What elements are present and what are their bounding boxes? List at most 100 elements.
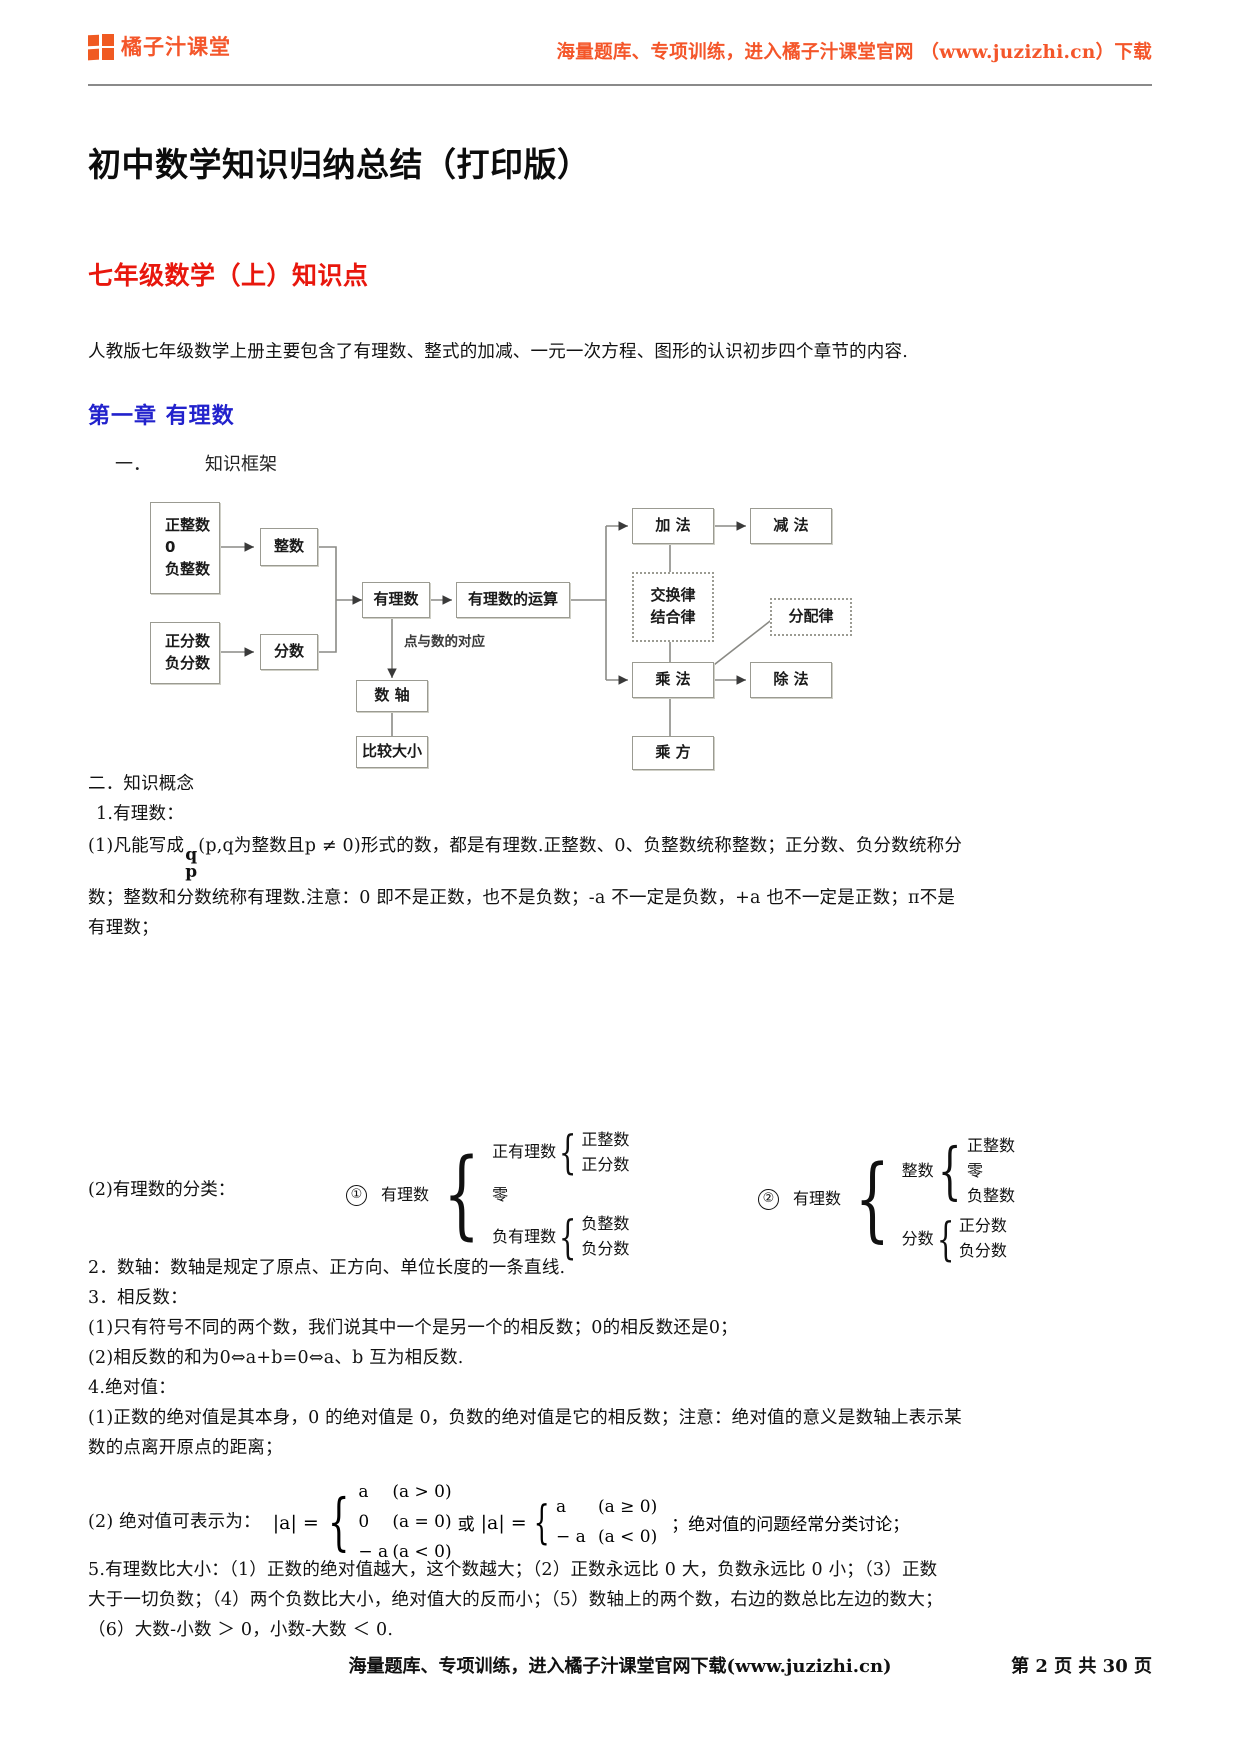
- flow-node-addition: 加 法: [632, 508, 714, 544]
- absolute-value-lead: (2) 绝对值可表示为：: [88, 1512, 261, 1533]
- brace-cases-1: {: [327, 1485, 350, 1559]
- classification-b2-child-0-sub-0: 正整数: [967, 1136, 1016, 1155]
- circled-one-icon: ①: [346, 1184, 367, 1206]
- classification-b1-child-1: 零: [492, 1184, 509, 1204]
- abs-case-2-val-1: − a: [555, 1526, 586, 1547]
- flow-node-associative-label: 结合律: [650, 608, 696, 626]
- page-title: 初中数学知识归纳总结（打印版）: [88, 145, 591, 184]
- flow-node-distributive-label: 分配律: [788, 607, 834, 626]
- flow-node-rational-operations: 有理数的运算: [456, 582, 570, 618]
- brace-small-1a: {: [558, 1125, 577, 1180]
- abs-case-2-val-0: a: [555, 1496, 567, 1517]
- fraction-denominator: p: [185, 862, 198, 883]
- concept-item-3-title: 3．相反数：: [88, 1288, 188, 1308]
- flow-node-integers-label: 整数: [273, 537, 304, 556]
- classification-b2-child-1: 分数: [901, 1228, 934, 1248]
- concept-item-3-line-2: (2)相反数的和为0⇔a+b=0⇔a、b 互为相反数.: [88, 1348, 464, 1368]
- knowledge-framework-flowchart: 正整数 0 负整数 整数 正分数 负分数 分数 有理数 有理数的运算 点与数的对…: [150, 490, 1000, 770]
- concept-item-1-title: 1.有理数：: [96, 804, 184, 824]
- concept-item-1-text-a: (1)凡能写成: [88, 836, 185, 856]
- classification-branch-1-marker: ①: [346, 1184, 367, 1206]
- flow-node-compare-size: 比较大小: [356, 736, 428, 768]
- section-title: 七年级数学（上）知识点: [88, 261, 369, 290]
- flow-node-compare-size-label: 比较大小: [361, 742, 422, 761]
- absolute-value-or: 或: [457, 1515, 475, 1536]
- frame-label-number: 一．: [115, 454, 151, 475]
- classification-b1-child-0-sub-1: 正分数: [581, 1154, 630, 1174]
- concept-item-5-line-1: 5.有理数比大小：（1）正数的绝对值越大，这个数越大；（2）正数永远比 0 大，…: [88, 1560, 938, 1580]
- abs-case-1-cond-1: (a = 0): [392, 1511, 452, 1532]
- flow-node-fraction-group: 正分数 负分数: [150, 622, 220, 684]
- brand: 橘子汁课堂: [88, 34, 231, 61]
- flow-node-subtraction: 减 法: [750, 508, 832, 544]
- classification-b1-child-0: 正有理数: [492, 1142, 557, 1162]
- brace-large-2: {: [854, 1144, 890, 1252]
- classification-b2-child-0-sub-1: 零: [967, 1160, 984, 1180]
- brace-large-1: {: [443, 1138, 480, 1251]
- absolute-value-expression-1: |a| =: [272, 1511, 319, 1534]
- footer-page-number: 第 2 页 共 30 页: [1011, 1656, 1152, 1677]
- four-square-grid-icon: [88, 34, 114, 61]
- flow-node-positive-fraction: 正分数: [165, 632, 211, 651]
- fraction-q-over-p: qp: [185, 846, 198, 883]
- concept-item-1-line-3: 有理数；: [88, 918, 159, 938]
- concept-item-3-line-1: (1)只有符号不同的两个数，我们说其中一个是另一个的相反数；0的相反数还是0；: [88, 1318, 738, 1338]
- concept-item-4-line-1: (1)正数的绝对值是其本身，0 的绝对值是 0，负数的绝对值是它的相反数；注意：…: [88, 1408, 962, 1428]
- flow-node-fractions-label: 分数: [273, 642, 304, 661]
- brace-small-1b: {: [558, 1209, 577, 1264]
- intro-paragraph: 人教版七年级数学上册主要包含了有理数、整式的加减、一元一次方程、图形的认识初步四…: [88, 342, 908, 362]
- abs-case-1-cond-0: (a > 0): [392, 1482, 452, 1502]
- brace-small-2b: {: [936, 1211, 955, 1266]
- page-footer: 海量题库、专项训练，进入橘子汁课堂官网下载(www.juzizhi.cn) 第 …: [88, 1652, 1152, 1678]
- flow-node-integer-group: 正整数 0 负整数: [150, 502, 220, 594]
- concept-item-1-line-1: (1)凡能写成 q p (p,q为整数且p ≠ 0)形式的数，都是有理数.正整数、0、…: [88, 832, 1152, 881]
- concept-item-1-text-b: (p,q为整数且p ≠ 0)形式的数，都是有理数.正整数、0、负整数统称整数；正…: [198, 836, 963, 856]
- brand-name: 橘子汁课堂: [121, 34, 231, 59]
- abs-case-1-row-0: a (a > 0): [358, 1478, 451, 1508]
- flow-node-division: 除 法: [750, 662, 832, 698]
- classification-branch-1: ① 有理数 { 正有理数 { 正整数 正分数 零 负有理数 {负整数 负分数: [346, 1128, 629, 1262]
- flow-node-multiplication: 乘 法: [632, 662, 714, 698]
- flow-node-distributive: 分配律: [770, 598, 852, 636]
- abs-case-2-row-1: − a (a < 0): [556, 1523, 657, 1553]
- header-slogan: 海量题库、专项训练，进入橘子汁课堂官网 （www.juzizhi.cn）下载: [556, 42, 1152, 63]
- abs-case-1-val-0: a: [358, 1482, 369, 1502]
- page-header: 橘子汁课堂 海量题库、专项训练，进入橘子汁课堂官网 （www.juzizhi.c…: [88, 28, 1152, 84]
- flow-node-positive-integer: 正整数: [165, 516, 211, 535]
- absolute-value-expression-2: |a| =: [480, 1511, 527, 1534]
- flow-node-integers: 整数: [260, 528, 318, 566]
- classification-b1-child-2: 负有理数: [492, 1226, 557, 1246]
- flow-node-fractions: 分数: [260, 634, 318, 670]
- frame-label-text: 知识框架: [205, 454, 277, 475]
- header-divider: [88, 84, 1152, 86]
- classification-branch-1-root: 有理数: [381, 1184, 430, 1204]
- concept-item-4-title: 4.绝对值：: [88, 1378, 176, 1398]
- document-page: 橘子汁课堂 海量题库、专项训练，进入橘子汁课堂官网 （www.juzizhi.c…: [0, 0, 1240, 1754]
- concept-item-5-line-2: 大于一切负数；（4）两个负数比大小，绝对值大的反而小；（5）数轴上的两个数，右边…: [88, 1590, 943, 1610]
- brace-cases-2: {: [533, 1494, 550, 1549]
- abs-case-1-val-1: 0: [358, 1511, 370, 1532]
- abs-case-2-cond-0: (a ≥ 0): [597, 1496, 658, 1517]
- classification-b1-child-0-sub-0: 正整数: [581, 1130, 630, 1149]
- concept-item-1-line-2: 数；整数和分数统称有理数.注意：0 即不是正数，也不是负数；-a 不一定是负数，…: [88, 888, 956, 908]
- knowledge-frame-label: 一． 知识框架: [115, 450, 277, 476]
- absolute-value-formula-row: (2) 绝对值可表示为： |a| = { a (a > 0) 0 (a = 0) −…: [88, 1478, 909, 1567]
- rational-number-classification: (2)有理数的分类： ① 有理数 { 正有理数 { 正整数 正分数 零 负有理数…: [88, 1128, 1152, 1262]
- flow-node-commutative-label: 交换律: [650, 586, 696, 605]
- circled-two-icon: ②: [758, 1188, 779, 1210]
- brace-small-2a: {: [937, 1133, 962, 1207]
- classification-branch-2-root: 有理数: [793, 1188, 842, 1208]
- flow-node-number-line: 数 轴: [356, 680, 428, 712]
- flow-node-negative-fraction: 负分数: [165, 654, 211, 672]
- flow-node-addition-label: 加 法: [655, 516, 691, 535]
- classification-lead: (2)有理数的分类：: [88, 1180, 236, 1200]
- flow-node-commutative-associative: 交换律 结合律: [632, 572, 714, 642]
- flow-edge-label-point-number-correspondence: 点与数的对应: [404, 634, 485, 650]
- classification-b1-child-2-sub-0: 负整数: [581, 1214, 630, 1234]
- flow-node-division-label: 除 法: [773, 670, 809, 689]
- classification-branch-2: ② 有理数 { 整数 { 正整数 零 负整数 分数 {正分数 负分数: [758, 1134, 1015, 1264]
- concept-item-4-line-2: 数的点离开原点的距离；: [88, 1438, 283, 1458]
- flow-node-zero: 0: [165, 538, 176, 557]
- chapter-title: 第一章 有理数: [88, 404, 235, 429]
- concept-item-2-number-line: 2．数轴：数轴是规定了原点、正方向、单位长度的一条直线.: [88, 1258, 566, 1278]
